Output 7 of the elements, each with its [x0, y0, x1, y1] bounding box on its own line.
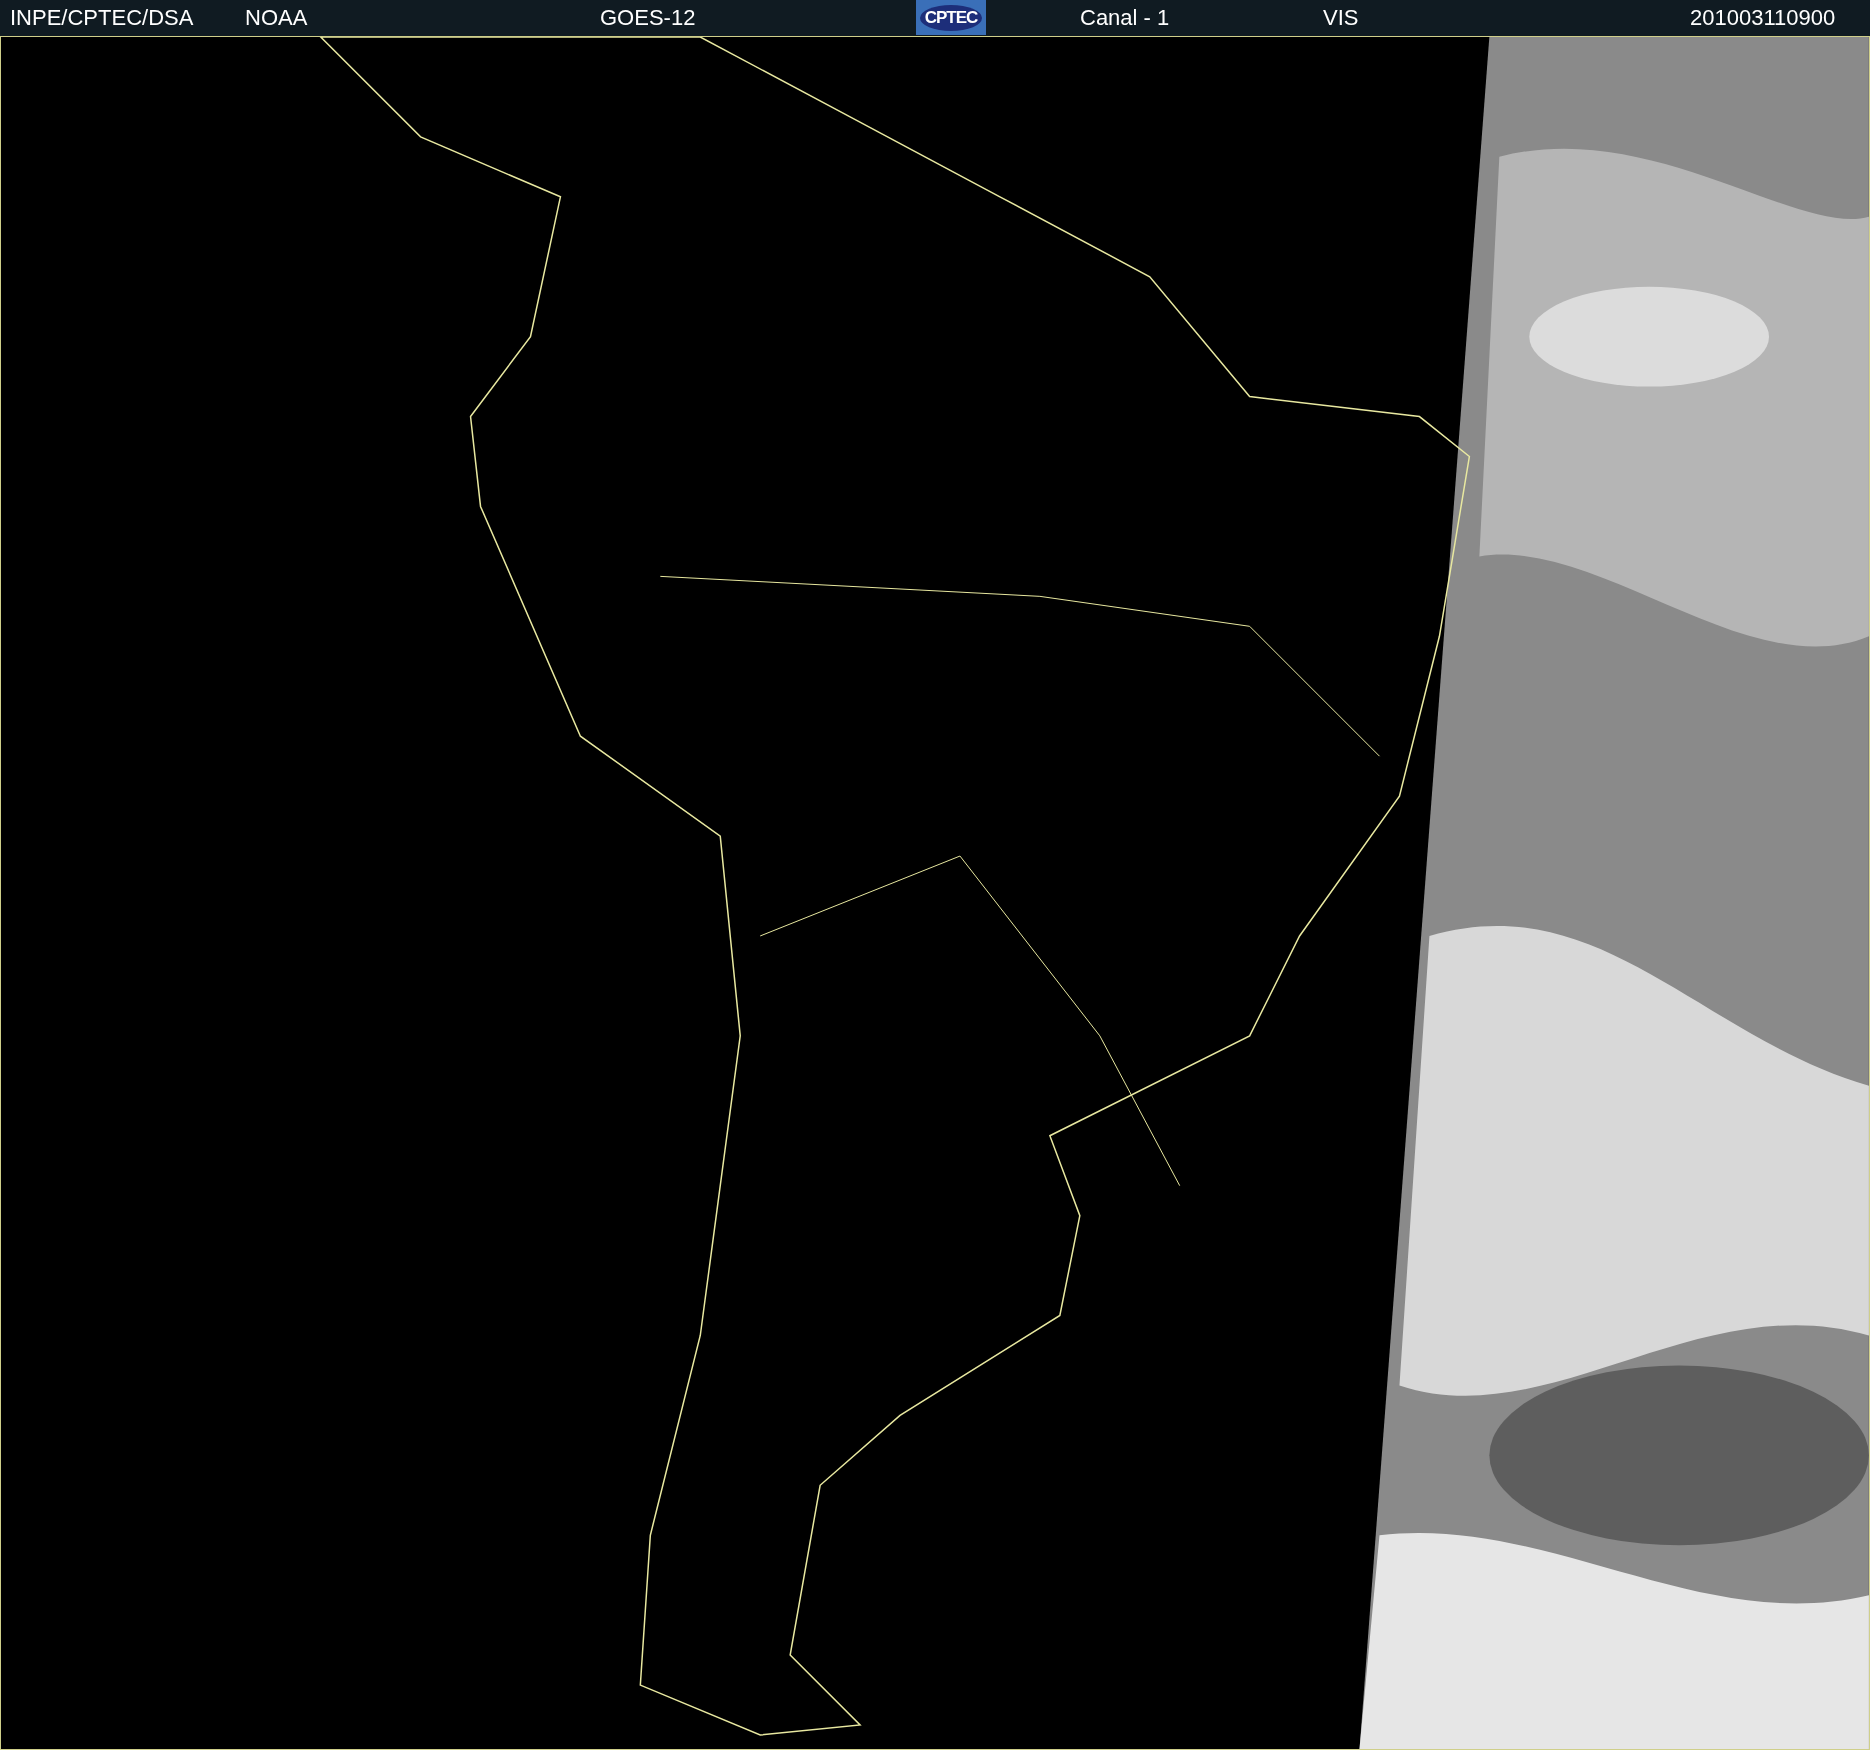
logo: CPTEC: [916, 0, 986, 35]
header-label: INPE/CPTEC/DSA: [10, 7, 194, 29]
header-label: 201003110900: [1690, 7, 1836, 29]
header-label: GOES-12: [600, 7, 696, 29]
header-label: Canal - 1: [1080, 7, 1170, 29]
header-label: VIS: [1323, 7, 1359, 29]
header-label: NOAA: [245, 7, 308, 29]
